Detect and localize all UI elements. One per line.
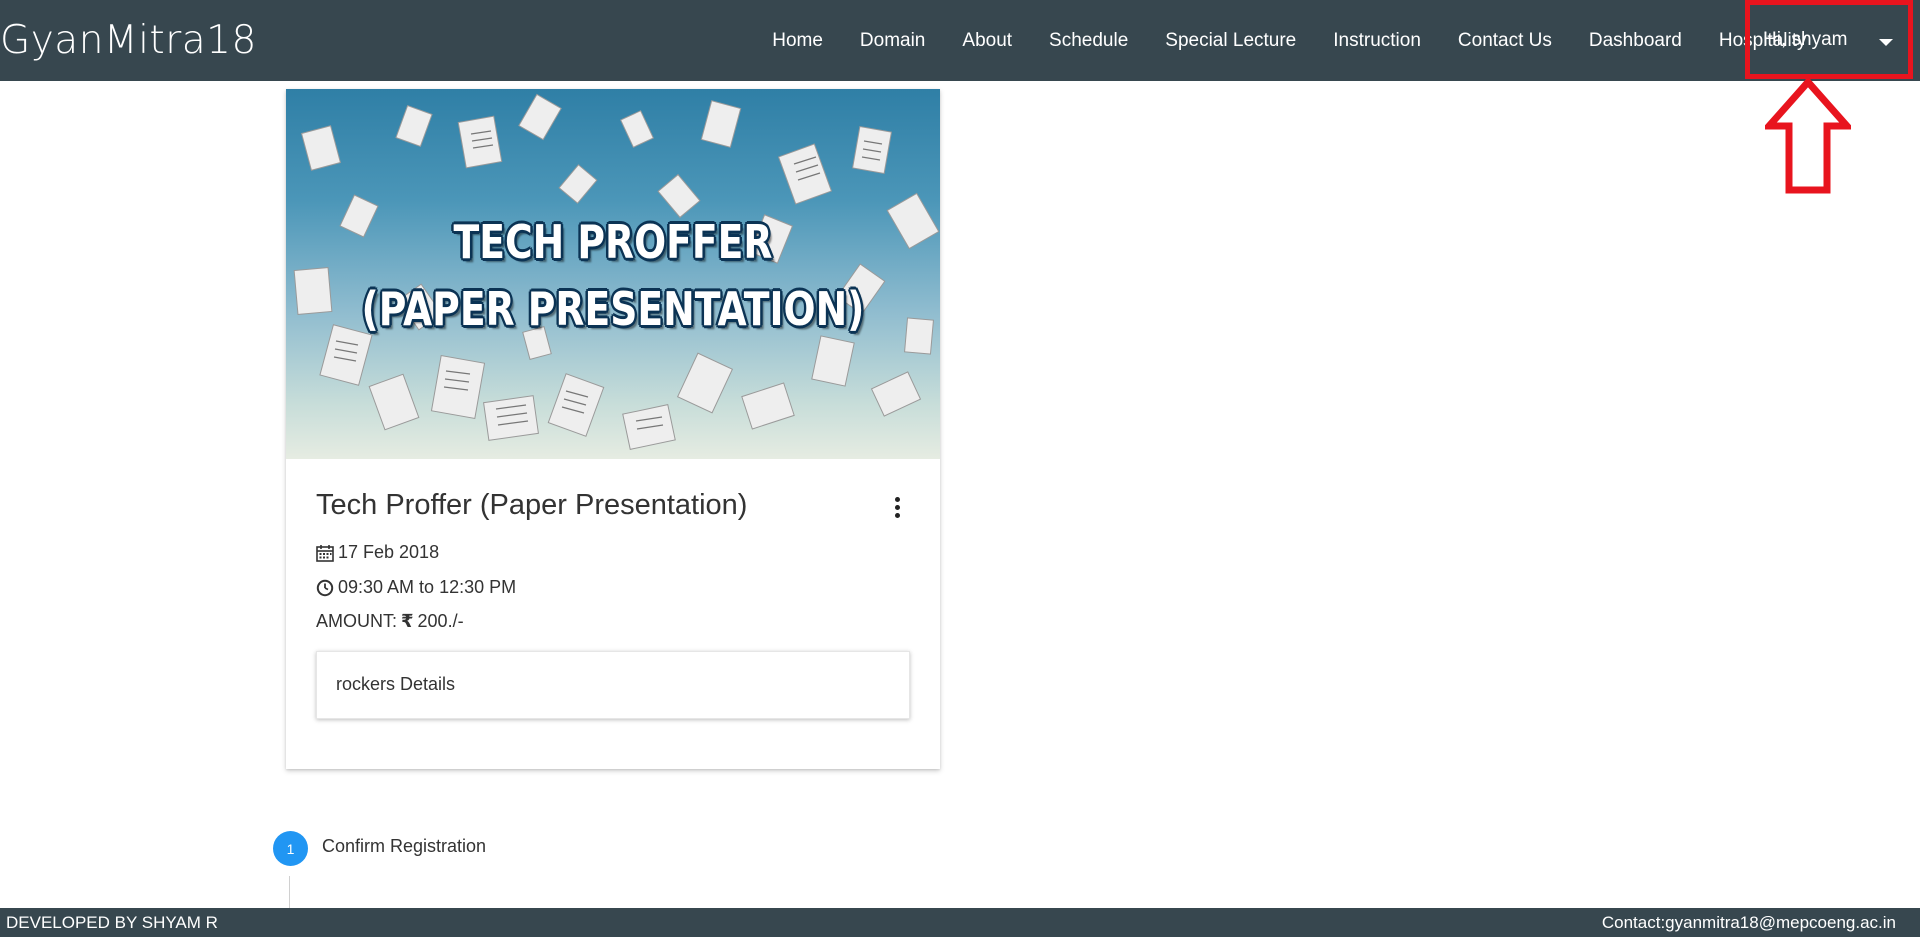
amount-value: 200./- [417,611,464,631]
footer-contact: Contact:gyanmitra18@mepcoeng.ac.in [1601,913,1896,932]
user-greeting: Hi, shyam [1763,28,1848,50]
caret-down-icon [1879,39,1893,46]
flying-papers-illustration [293,93,940,450]
nav-item-schedule[interactable]: Schedule [1031,0,1147,81]
banner-subtitle: (PAPER PRESENTATION) [361,282,865,336]
amount-label: AMOUNT: [316,611,397,631]
footer-credit: DEVELOPED BY SHYAM R [6,913,218,932]
event-date-row: 17 Feb 2018 [316,542,439,563]
up-arrow-icon [1765,78,1851,194]
more-vert-icon[interactable] [890,497,904,521]
nav-item-instruction[interactable]: Instruction [1315,0,1440,81]
event-card: TECH PROFFER (PAPER PRESENTATION) Tech P… [286,89,940,769]
nav-item-dashboard[interactable]: Dashboard [1570,0,1700,81]
step-confirm-registration[interactable]: Confirm Registration [322,836,486,857]
stepper-connector-line [289,876,290,908]
nav-item-special-lecture[interactable]: Special Lecture [1147,0,1315,81]
nav-item-contact-us[interactable]: Contact Us [1439,0,1570,81]
nav-item-domain[interactable]: Domain [841,0,943,81]
clock-icon [316,579,334,596]
banner-title: TECH PROFFER [453,215,773,269]
calendar-icon [316,544,334,562]
event-time: 09:30 AM to 12:30 PM [338,577,517,597]
brand-logo[interactable]: GyanMitra18 [0,18,257,63]
step-number-badge: 1 [273,831,308,866]
top-navbar: GyanMitra18 Home Domain About Schedule S… [0,0,1920,81]
event-date: 17 Feb 2018 [338,542,440,562]
user-menu-dropdown[interactable]: Hi, shyam [1745,0,1913,79]
team-details-panel[interactable]: rockers Details [316,651,910,719]
nav-item-home[interactable]: Home [754,0,842,81]
team-details-label: rockers Details [336,674,456,694]
event-title: Tech Proffer (Paper Presentation) [316,489,748,521]
rupee-icon: ₹ [401,611,414,631]
event-banner-image: TECH PROFFER (PAPER PRESENTATION) [286,89,940,459]
nav-item-about[interactable]: About [944,0,1031,81]
page-footer: DEVELOPED BY SHYAM R Contact:gyanmitra18… [0,908,1920,937]
event-amount-row: AMOUNT: ₹ 200./- [316,611,464,632]
event-time-row: 09:30 AM to 12:30 PM [316,577,516,598]
